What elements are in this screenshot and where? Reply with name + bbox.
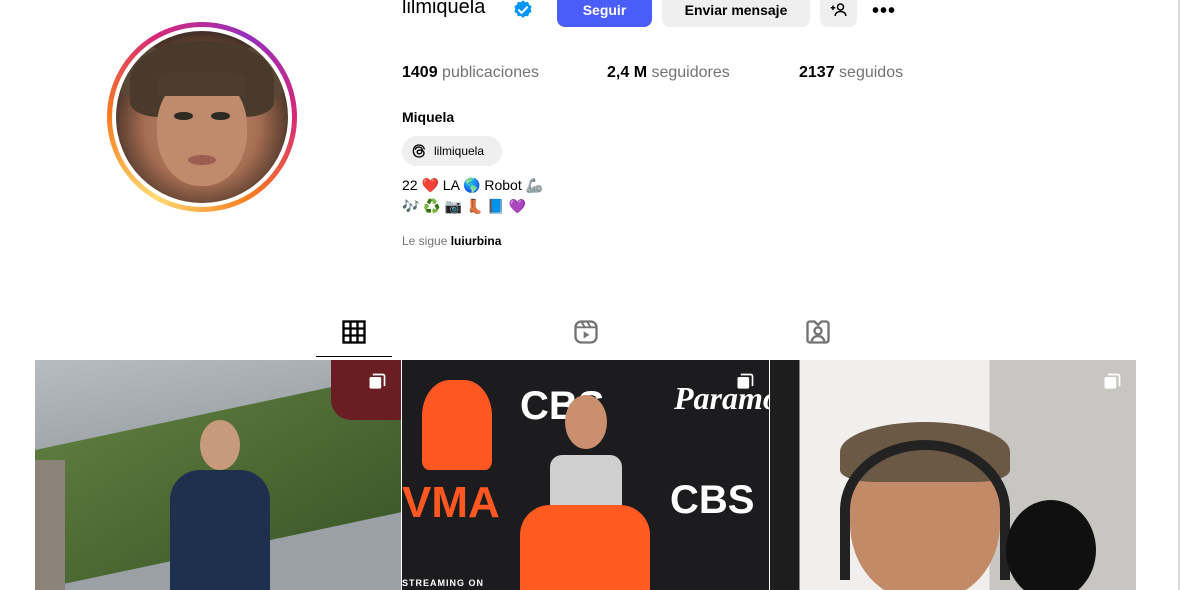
posts-label: publicaciones — [442, 64, 539, 81]
post2-vma-logo: VMA — [402, 478, 500, 527]
post2-streaming-text: STREAMING ON — [402, 578, 485, 588]
followed-by-prefix: Le sigue — [402, 234, 448, 248]
posts-count: 1409 — [402, 64, 438, 81]
tagged-tab-icon[interactable] — [804, 318, 832, 346]
post-thumbnail-2[interactable]: CBS Paramo VMA CBS STREAMING ON — [402, 360, 769, 590]
bio-line-1: 22 ❤️ LA 🌎 Robot 🦾 — [402, 177, 544, 193]
following-stat[interactable]: 2137 seguidos — [799, 64, 903, 82]
profile-full-name: Miquela — [402, 109, 455, 125]
follow-button[interactable]: Seguir — [557, 0, 652, 27]
active-tab-indicator — [316, 356, 392, 357]
followed-by-user[interactable]: luiurbina — [451, 234, 502, 248]
avatar-image — [116, 31, 288, 203]
post2-cbs-logo-bottom: CBS — [670, 478, 755, 522]
posts-count-stat: 1409 publicaciones — [402, 64, 539, 82]
following-count: 2137 — [799, 64, 835, 81]
add-person-icon — [830, 2, 846, 16]
posts-grid-tab-icon[interactable] — [340, 318, 368, 346]
more-options-button[interactable]: ••• — [872, 0, 896, 23]
threads-icon — [412, 144, 425, 158]
post-thumbnail-1[interactable] — [35, 360, 401, 590]
following-label: seguidos — [839, 64, 904, 81]
followed-by[interactable]: Le sigue luiurbina — [402, 234, 501, 248]
threads-link[interactable]: lilmiquela — [402, 136, 502, 166]
followers-stat[interactable]: 2,4 M seguidores — [607, 64, 730, 82]
reels-tab-icon[interactable] — [572, 318, 600, 346]
multi-post-icon — [737, 373, 754, 389]
bio-line-2: 🎶 ♻️ 📷 👢 📘 💜 — [402, 198, 527, 214]
followers-label: seguidores — [651, 64, 730, 81]
multi-post-icon — [1104, 373, 1121, 389]
multi-post-icon — [369, 373, 386, 389]
threads-handle: lilmiquela — [434, 144, 485, 158]
send-message-button[interactable]: Enviar mensaje — [662, 0, 810, 27]
profile-avatar[interactable] — [107, 22, 297, 212]
post-thumbnail-3[interactable] — [770, 360, 1136, 590]
verified-badge-icon — [514, 0, 532, 18]
followers-count: 2,4 M — [607, 64, 648, 81]
suggest-accounts-button[interactable] — [820, 0, 857, 27]
profile-username: lilmiquela — [402, 0, 486, 18]
